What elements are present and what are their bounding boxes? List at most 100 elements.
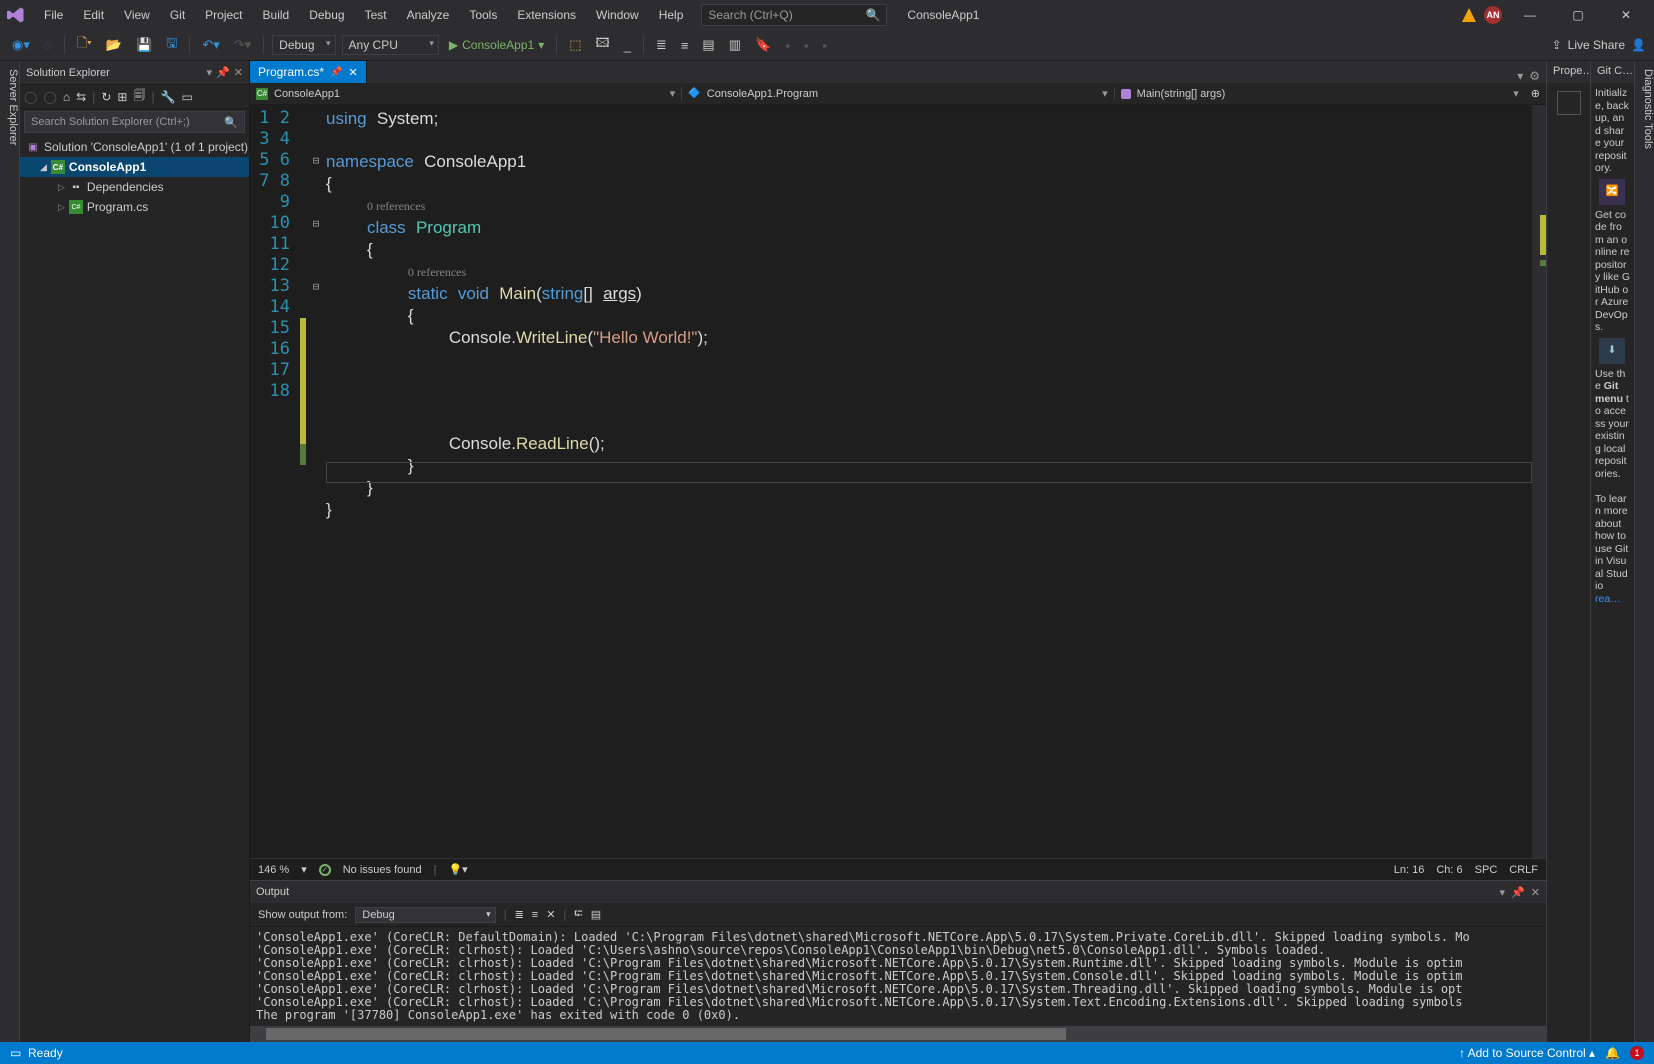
se-fwd-icon[interactable]: ◯: [43, 90, 56, 104]
tree-dependencies[interactable]: ▷ ▪▪ Dependencies: [20, 177, 249, 197]
tb-icon-3[interactable]: _: [620, 35, 635, 56]
live-share-button[interactable]: ⇪ Live Share 👤: [1552, 38, 1646, 52]
menu-git[interactable]: Git: [160, 4, 195, 26]
properties-tab[interactable]: Prope…: [1547, 61, 1590, 83]
user-avatar[interactable]: AN: [1484, 6, 1502, 24]
save-all-button[interactable]: 🖫: [162, 31, 181, 59]
se-back-icon[interactable]: ◯: [24, 90, 37, 104]
close-button[interactable]: ✕: [1606, 1, 1646, 29]
nav-member[interactable]: Main(string[] args) ▾ ⊕: [1115, 87, 1546, 100]
split-icon[interactable]: ⊕: [1531, 87, 1540, 100]
out-wrap-icon[interactable]: ⮓: [574, 905, 583, 924]
panel-pin-icon[interactable]: 📌: [216, 66, 230, 79]
git-create-repo-button[interactable]: 🔀: [1599, 179, 1625, 205]
indent-icon[interactable]: ≣: [652, 34, 671, 56]
tb-icon-2[interactable]: 🖾: [592, 31, 614, 59]
save-button[interactable]: 💾: [132, 34, 156, 56]
menu-help[interactable]: Help: [649, 4, 694, 26]
bookmark-icon[interactable]: 🔖: [751, 34, 775, 56]
codelens-main[interactable]: 0 references: [408, 265, 466, 279]
code-body[interactable]: using System; namespace ConsoleApp1 { 0 …: [326, 105, 1532, 858]
codelens-class[interactable]: 0 references: [367, 199, 425, 213]
menu-view[interactable]: View: [114, 4, 160, 26]
open-button[interactable]: 📂: [102, 34, 126, 56]
output-close-icon[interactable]: ✕: [1531, 886, 1540, 899]
comment-icon[interactable]: ▤: [698, 34, 718, 56]
tb-icon-1[interactable]: ⬚: [565, 34, 585, 56]
menu-project[interactable]: Project: [195, 4, 252, 26]
tab-program-cs[interactable]: Program.cs* 📌 ✕: [250, 61, 367, 83]
nav-project[interactable]: C# ConsoleApp1 ▾: [250, 87, 682, 100]
se-home-icon[interactable]: ⌂: [63, 90, 70, 104]
tab-close-icon[interactable]: ✕: [348, 66, 357, 79]
tree-project[interactable]: ◢ C# ConsoleApp1: [20, 157, 249, 177]
issues-label[interactable]: No issues found: [343, 864, 422, 876]
redo-button[interactable]: ↷▾: [230, 34, 255, 56]
lightbulb-icon[interactable]: 💡▾: [448, 863, 467, 876]
out-tb-icon2[interactable]: ≡: [532, 909, 538, 921]
minimize-button[interactable]: —: [1510, 1, 1550, 29]
menu-window[interactable]: Window: [586, 4, 649, 26]
tab-pin-icon[interactable]: 📌: [330, 67, 342, 78]
se-properties-icon[interactable]: 🔧: [161, 90, 176, 104]
menu-analyze[interactable]: Analyze: [397, 4, 460, 26]
out-tb-icon1[interactable]: ≣: [515, 908, 524, 921]
tabs-dropdown-icon[interactable]: ▾: [1517, 69, 1523, 83]
add-source-control[interactable]: ↑ Add to Source Control ▴: [1459, 1046, 1595, 1060]
output-text[interactable]: 'ConsoleApp1.exe' (CoreCLR: DefaultDomai…: [250, 927, 1546, 1026]
menu-tools[interactable]: Tools: [459, 4, 507, 26]
output-rect-icon[interactable]: ▭: [10, 1046, 21, 1060]
maximize-button[interactable]: ▢: [1558, 1, 1598, 29]
zoom-level[interactable]: 146 %: [258, 864, 289, 876]
output-pin-icon[interactable]: 📌: [1511, 886, 1525, 899]
menu-file[interactable]: File: [34, 4, 73, 26]
se-collapse-icon[interactable]: ⊞: [117, 90, 127, 104]
eol-indicator[interactable]: CRLF: [1509, 864, 1538, 876]
new-project-button[interactable]: 🗋▾: [73, 31, 96, 59]
nav-fwd-button[interactable]: ◌: [40, 35, 56, 56]
right-rail-diagnostic[interactable]: Diagnostic Tools: [1634, 61, 1654, 1042]
se-sync-icon[interactable]: ⇆: [76, 90, 86, 104]
menu-debug[interactable]: Debug: [299, 4, 354, 26]
uncomment-icon[interactable]: ▥: [725, 34, 745, 56]
menu-edit[interactable]: Edit: [73, 4, 114, 26]
tabs-gear-icon[interactable]: ⚙: [1529, 69, 1540, 83]
panel-close-icon[interactable]: ✕: [234, 66, 243, 79]
start-debug-button[interactable]: ▶ ConsoleApp1 ▾: [445, 36, 548, 54]
fold-column[interactable]: ⊟ ⊟ ⊟: [306, 105, 326, 858]
menu-test[interactable]: Test: [355, 4, 397, 26]
global-search[interactable]: Search (Ctrl+Q) 🔍: [701, 4, 887, 26]
line-indicator[interactable]: Ln: 16: [1394, 864, 1425, 876]
panel-dropdown-icon[interactable]: ▾: [207, 66, 213, 79]
zoom-dropdown-icon[interactable]: ▾: [301, 863, 307, 876]
scroll-map[interactable]: [1532, 105, 1546, 858]
col-indicator[interactable]: Ch: 6: [1436, 864, 1462, 876]
out-clear-icon[interactable]: ▤: [591, 908, 601, 921]
undo-button[interactable]: ↶▾: [198, 34, 223, 56]
tree-program-cs[interactable]: ▷ C# Program.cs: [20, 197, 249, 217]
indent-indicator[interactable]: SPC: [1475, 864, 1498, 876]
tree-solution-root[interactable]: ▣ Solution 'ConsoleApp1' (1 of 1 project…: [20, 137, 249, 157]
notifications-count[interactable]: 1: [1630, 1046, 1644, 1060]
se-search[interactable]: Search Solution Explorer (Ctrl+;) 🔍: [24, 111, 245, 133]
warning-icon[interactable]: [1462, 8, 1476, 22]
output-dropdown-icon[interactable]: ▾: [1500, 886, 1506, 899]
git-learn-more-link[interactable]: rea…: [1595, 593, 1621, 605]
output-source-select[interactable]: Debug: [355, 907, 495, 923]
notifications-icon[interactable]: 🔔: [1605, 1046, 1620, 1060]
menu-extensions[interactable]: Extensions: [507, 4, 586, 26]
feedback-icon[interactable]: 👤: [1631, 38, 1646, 52]
git-clone-button[interactable]: ⬇: [1599, 338, 1625, 364]
nav-back-button[interactable]: ◉▾: [8, 34, 34, 56]
git-changes-tab[interactable]: Git C…: [1591, 61, 1634, 83]
out-tb-icon3[interactable]: ✕: [546, 908, 555, 921]
se-preview-icon[interactable]: ▭: [182, 90, 193, 104]
outdent-icon[interactable]: ≡: [677, 35, 693, 56]
nav-class[interactable]: 🔷 ConsoleApp1.Program ▾: [682, 87, 1114, 100]
left-rail-server-explorer[interactable]: Server Explorer: [0, 61, 20, 1042]
se-showall-icon[interactable]: 🗐: [133, 86, 145, 107]
code-editor[interactable]: 1 2 3 4 5 6 7 8 9 10 11 12 13 14 15 16 1…: [250, 105, 1546, 858]
config-select[interactable]: Debug: [272, 35, 335, 55]
output-h-scrollbar[interactable]: [250, 1026, 1546, 1042]
menu-build[interactable]: Build: [253, 4, 300, 26]
